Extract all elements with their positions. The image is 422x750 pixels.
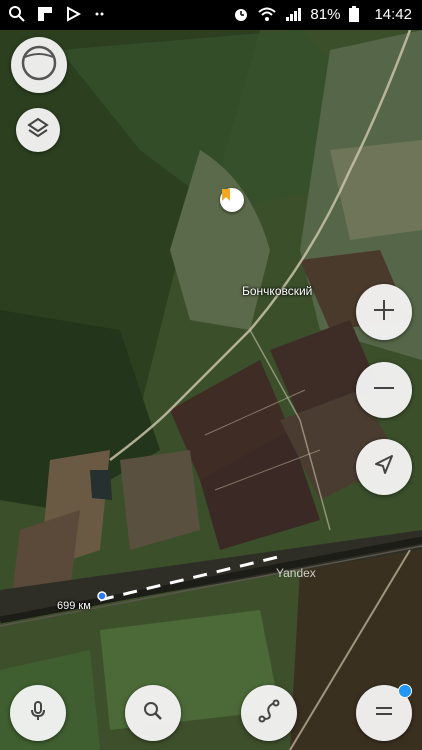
more-icon: [92, 5, 110, 23]
alarm-icon: [232, 5, 250, 23]
zoom-out-icon: [371, 375, 397, 406]
signal-icon: [284, 5, 302, 23]
compass-icon: [19, 43, 59, 88]
route-button[interactable]: [241, 685, 297, 741]
zoom-in-icon: [371, 297, 397, 328]
zoom-in-button[interactable]: [356, 284, 412, 340]
voice-search-button[interactable]: [10, 685, 66, 741]
poi-marker[interactable]: [220, 188, 244, 212]
my-location-icon: [372, 453, 396, 482]
compass-button[interactable]: [11, 37, 67, 93]
battery-icon: [348, 5, 366, 23]
notification-badge: [398, 684, 412, 698]
scale-label: 699 км: [57, 600, 91, 612]
battery-percent: 81%: [310, 5, 341, 23]
search-icon: [8, 5, 26, 23]
clock: 14:42: [374, 5, 412, 23]
search-button[interactable]: [125, 685, 181, 741]
brand-label: Yandex: [276, 566, 316, 580]
wifi-icon: [258, 5, 277, 23]
layers-button[interactable]: [16, 108, 60, 152]
menu-icon: [372, 699, 396, 728]
layers-icon: [26, 116, 50, 145]
place-label: Бончковский: [242, 284, 313, 298]
microphone-icon: [26, 699, 50, 728]
route-icon: [256, 698, 282, 729]
search-icon: [141, 699, 165, 728]
my-location-button[interactable]: [356, 439, 412, 495]
status-bar: 81% 14:42: [0, 0, 422, 30]
flipboard-icon: [36, 5, 54, 23]
zoom-out-button[interactable]: [356, 362, 412, 418]
play-icon: [64, 5, 82, 23]
